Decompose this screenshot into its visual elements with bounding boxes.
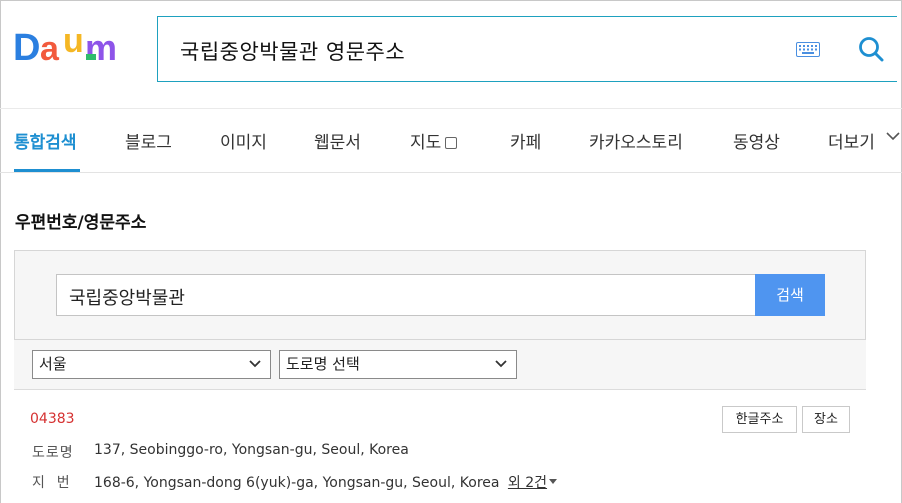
tab-images[interactable]: 이미지 [220,128,267,153]
caret-down-icon[interactable] [549,479,558,484]
svg-text:a: a [40,30,60,66]
svg-text:D: D [13,27,40,66]
place-button[interactable]: 장소 [802,406,850,433]
map-toggle-icon [445,137,458,149]
road-address-label: 도로명 [32,445,74,461]
lot-address-label: 지 번 [32,475,71,491]
tab-kakaostory[interactable]: 카카오스토리 [589,128,683,153]
road-select[interactable]: 도로명 선택 [279,350,517,379]
search-tabs: 통합검색 블로그 이미지 웹문서 지도 카페 카카오스토리 동영상 더보기 [0,108,902,173]
postcode-search-panel: 국립중앙박물관 검색 [14,250,866,340]
svg-text:u: u [63,26,84,60]
more-addresses-link[interactable]: 외 2건 [508,475,547,491]
road-select-value: 도로명 선택 [286,355,360,373]
postcode-search-input[interactable]: 국립중앙박물관 [56,274,756,316]
tab-more[interactable]: 더보기 [828,128,875,153]
tab-blog[interactable]: 블로그 [125,128,172,153]
tab-video[interactable]: 동영상 [733,128,780,153]
search-input[interactable]: 국립중앙박물관 영문주소 [180,36,405,66]
postcode[interactable]: 04383 [30,411,75,427]
chevron-down-icon [495,360,507,368]
postcode-search-value: 국립중앙박물관 [69,288,185,309]
lot-address-row: 168-6, Yongsan-dong 6(yuk)-ga, Yongsan-g… [94,472,558,492]
tab-integrated[interactable]: 통합검색 [14,128,77,153]
lot-address-value: 168-6, Yongsan-dong 6(yuk)-ga, Yongsan-g… [94,475,500,491]
road-address-value: 137, Seobinggo-ro, Yongsan-gu, Seoul, Ko… [94,442,409,458]
svg-text:m: m [85,27,117,66]
daum-logo[interactable]: D a u m [13,26,131,66]
postcode-search-button[interactable]: 검색 [755,274,825,316]
tab-map[interactable]: 지도 [410,128,458,153]
tab-map-label: 지도 [410,133,442,153]
tab-web-docs[interactable]: 웹문서 [314,128,361,153]
filter-bar: 서울 도로명 선택 [14,340,866,390]
keyboard-icon[interactable] [796,42,820,57]
search-box[interactable]: 국립중앙박물관 영문주소 [157,16,897,82]
search-icon[interactable] [858,36,884,62]
chevron-down-icon [249,360,261,368]
region-select[interactable]: 서울 [32,350,271,379]
chevron-down-icon[interactable] [886,131,900,141]
korean-address-button[interactable]: 한글주소 [722,406,797,433]
section-title: 우편번호/영문주소 [15,213,147,233]
region-select-value: 서울 [39,355,67,373]
tab-cafe[interactable]: 카페 [510,128,541,153]
active-tab-indicator [14,169,80,172]
